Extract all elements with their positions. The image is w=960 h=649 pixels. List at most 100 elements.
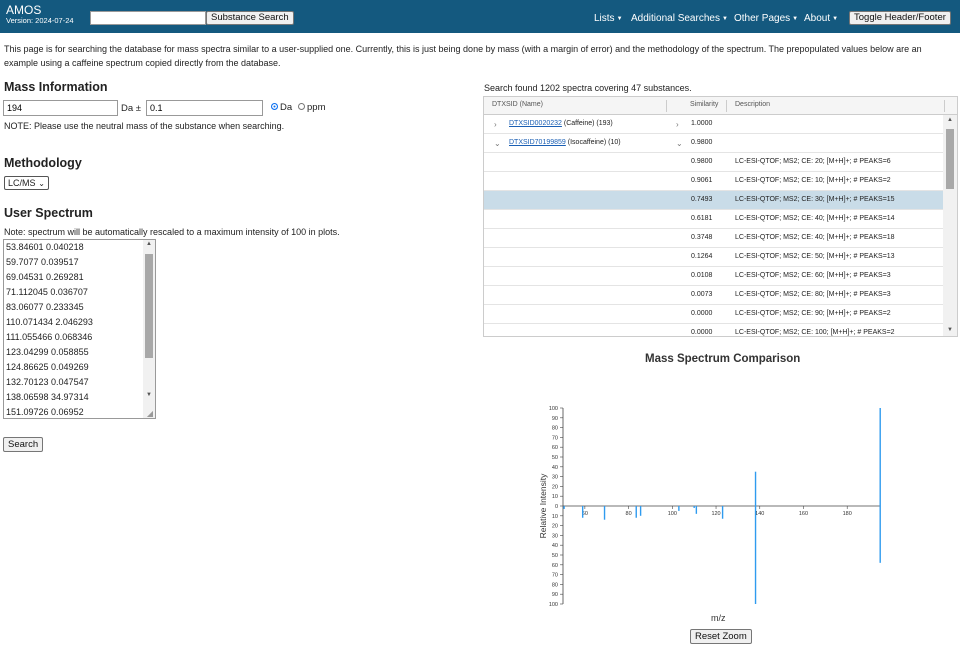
similarity-cell: 0.0000: [691, 329, 713, 336]
table-row-spectrum[interactable]: 0.7493 LC-ESI-QTOF; MS2; CE: 30; [M+H]+; …: [484, 191, 944, 210]
nav-additional-searches-label: Additional Searches: [631, 13, 720, 24]
scroll-down-icon[interactable]: ▼: [143, 392, 155, 398]
table-row-spectrum[interactable]: 0.6181 LC-ESI-QTOF; MS2; CE: 40; [M+H]+; …: [484, 210, 944, 229]
spectrum-line: 123.04299 0.058855: [6, 347, 89, 357]
column-header-description[interactable]: Description: [735, 101, 770, 108]
scroll-down-icon[interactable]: ▼: [944, 327, 956, 333]
caret-down-icon: ▼: [721, 16, 728, 22]
table-row-spectrum[interactable]: 0.0108 LC-ESI-QTOF; MS2; CE: 60; [M+H]+; …: [484, 267, 944, 286]
column-header-similarity[interactable]: Similarity: [690, 101, 718, 108]
substance-cell: DTXSID70199859 (Isocaffeine) (10): [509, 139, 621, 146]
radio-da[interactable]: [271, 103, 278, 110]
y-tick-label: 100: [549, 602, 558, 608]
tolerance-input[interactable]: [146, 100, 263, 116]
nav-about-label: About: [804, 13, 831, 24]
y-tick-label: 10: [552, 494, 558, 500]
scroll-up-icon[interactable]: ▲: [944, 117, 956, 123]
y-tick-label: 50: [552, 553, 558, 559]
x-tick-label: 100: [668, 511, 677, 517]
reset-zoom-button[interactable]: Reset Zoom: [690, 629, 752, 644]
results-table: DTXSID (Name) Similarity Description › DT…: [483, 96, 958, 337]
x-tick-label: 80: [626, 511, 632, 517]
y-tick-label: 80: [552, 426, 558, 432]
table-row-spectrum[interactable]: 0.0000 LC-ESI-QTOF; MS2; CE: 90; [M+H]+; …: [484, 305, 944, 324]
description-cell: LC-ESI-QTOF; MS2; CE: 40; [M+H]+; # PEAK…: [735, 215, 895, 222]
mass-input[interactable]: [3, 100, 118, 116]
dtxsid-link[interactable]: DTXSID70199859: [509, 139, 566, 146]
mass-spectrum-chart[interactable]: 1009080706050403020100102030405060708090…: [530, 395, 890, 627]
spectrum-line: 138.06598 34.97314: [6, 392, 89, 402]
column-divider: [726, 100, 727, 112]
substance-name: (Isocaffeine) (10): [565, 139, 621, 146]
app-version: Version: 2024-07-24: [6, 16, 74, 25]
radio-ppm-label: ppm: [307, 102, 326, 113]
app-name: AMOS: [6, 3, 42, 17]
scrollbar-thumb[interactable]: [145, 254, 153, 358]
similarity-cell: 0.0073: [691, 291, 713, 298]
nav-lists[interactable]: Lists ▼: [594, 13, 623, 24]
chevron-down-icon[interactable]: ⌄: [494, 139, 501, 148]
substance-search-button[interactable]: Substance Search: [206, 11, 294, 25]
top-header: AMOS Version: 2024-07-24 Substance Searc…: [0, 0, 960, 33]
nav-about[interactable]: About ▼: [804, 13, 838, 24]
spectrum-line: 71.112045 0.036707: [6, 287, 88, 297]
radio-ppm[interactable]: [298, 103, 305, 110]
substance-name: (Caffeine) (193): [561, 120, 613, 127]
nav-additional-searches[interactable]: Additional Searches ▼: [631, 13, 728, 24]
chevron-right-icon[interactable]: ›: [676, 120, 679, 129]
spectrum-line: 151.09726 0.06952: [6, 407, 84, 417]
app-logo[interactable]: AMOS Version: 2024-07-24: [6, 4, 74, 25]
table-row-spectrum[interactable]: 0.3748 LC-ESI-QTOF; MS2; CE: 40; [M+H]+; …: [484, 229, 944, 248]
scroll-up-icon[interactable]: ▲: [143, 241, 155, 247]
chevron-right-icon[interactable]: ›: [494, 120, 497, 129]
similarity-cell: 0.1264: [691, 253, 713, 260]
table-row-substance[interactable]: › DTXSID0020232 (Caffeine) (193) › 1.0000: [484, 115, 944, 134]
description-cell: LC-ESI-QTOF; MS2; CE: 10; [M+H]+; # PEAK…: [735, 177, 891, 184]
methodology-selected-value: LC/MS: [8, 178, 36, 188]
x-axis-label: m/z: [711, 613, 726, 623]
similarity-cell: 0.0108: [691, 272, 713, 279]
table-row-spectrum[interactable]: 0.0000 LC-ESI-QTOF; MS2; CE: 100; [M+H]+;…: [484, 324, 944, 336]
methodology-select[interactable]: LC/MS ⌄: [4, 176, 49, 190]
toggle-header-footer-button[interactable]: Toggle Header/Footer: [849, 11, 951, 25]
table-row-spectrum[interactable]: 0.9061 LC-ESI-QTOF; MS2; CE: 10; [M+H]+; …: [484, 172, 944, 191]
y-tick-label: 30: [552, 475, 558, 481]
similarity-cell: 0.3748: [691, 234, 713, 241]
table-scrollbar[interactable]: ▲ ▼: [943, 115, 957, 336]
table-row-substance[interactable]: ⌄ DTXSID70199859 (Isocaffeine) (10) ⌄ 0.980…: [484, 134, 944, 153]
description-cell: LC-ESI-QTOF; MS2; CE: 60; [M+H]+; # PEAK…: [735, 272, 891, 279]
dtxsid-link[interactable]: DTXSID0020232: [509, 120, 562, 127]
spectrum-line: 124.86625 0.049269: [6, 362, 89, 372]
y-tick-label: 20: [552, 484, 558, 490]
results-summary: Search found 1202 spectra covering 47 su…: [484, 83, 692, 93]
substance-search-input[interactable]: [90, 11, 206, 25]
similarity-cell: 0.0000: [691, 310, 713, 317]
chevron-down-icon: ⌄: [38, 179, 45, 188]
column-divider: [666, 100, 667, 112]
table-row-spectrum[interactable]: 0.0073 LC-ESI-QTOF; MS2; CE: 80; [M+H]+; …: [484, 286, 944, 305]
chart-title: Mass Spectrum Comparison: [645, 353, 801, 365]
column-header-dtxsid[interactable]: DTXSID (Name): [492, 101, 543, 108]
description-cell: LC-ESI-QTOF; MS2; CE: 20; [M+H]+; # PEAK…: [735, 158, 891, 165]
y-tick-label: 100: [549, 406, 558, 412]
caret-down-icon: ▼: [792, 16, 799, 22]
textarea-scrollbar[interactable]: ▲ ▼: [143, 240, 155, 418]
y-tick-label: 0: [555, 504, 558, 510]
scrollbar-thumb[interactable]: [946, 129, 954, 189]
spectrum-textarea[interactable]: 53.84601 0.040218 59.7077 0.039517 69.04…: [3, 239, 156, 419]
nav-other-pages[interactable]: Other Pages ▼: [734, 13, 798, 24]
table-row-spectrum[interactable]: 0.1264 LC-ESI-QTOF; MS2; CE: 50; [M+H]+; …: [484, 248, 944, 267]
search-button[interactable]: Search: [3, 437, 44, 452]
da-plusminus-label: Da ±: [121, 103, 141, 114]
y-tick-label: 90: [552, 416, 558, 422]
x-tick-label: 160: [799, 511, 808, 517]
chevron-down-icon[interactable]: ⌄: [676, 139, 683, 148]
neutral-mass-note: NOTE: Please use the neutral mass of the…: [4, 121, 285, 131]
similarity-cell: 0.6181: [691, 215, 713, 222]
y-tick-label: 80: [552, 582, 558, 588]
y-tick-label: 60: [552, 563, 558, 569]
table-row-spectrum[interactable]: 0.9800 LC-ESI-QTOF; MS2; CE: 20; [M+H]+; …: [484, 153, 944, 172]
y-tick-label: 70: [552, 573, 558, 579]
description-cell: LC-ESI-QTOF; MS2; CE: 90; [M+H]+; # PEAK…: [735, 310, 891, 317]
resize-handle-icon[interactable]: ◢: [147, 409, 153, 418]
